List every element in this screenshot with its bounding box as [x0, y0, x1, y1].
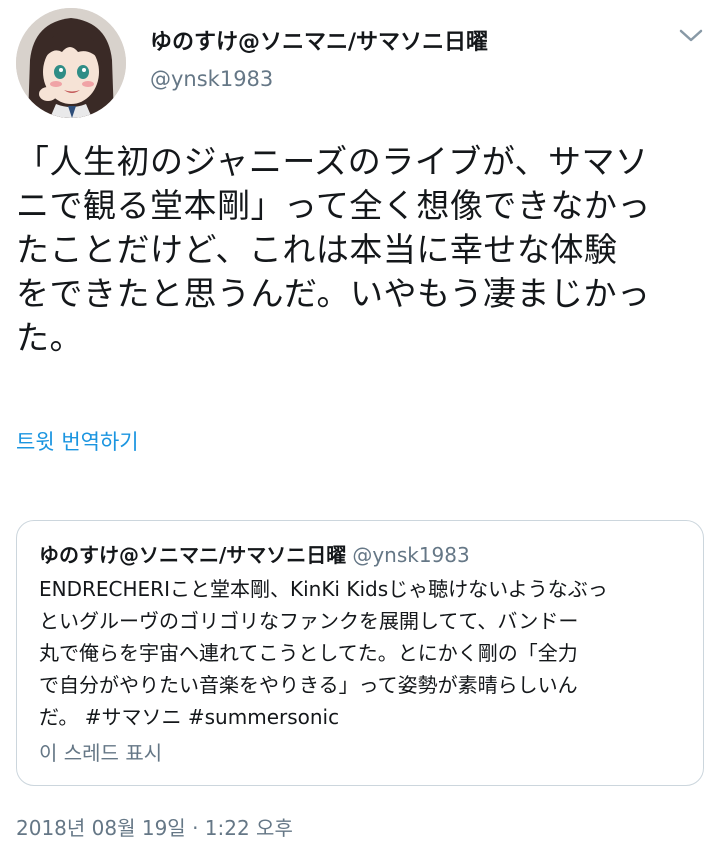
avatar-image	[16, 8, 126, 118]
tweet-text-line: た。	[16, 318, 83, 357]
quoted-author-handle: @ynsk1983	[352, 543, 470, 567]
quoted-tweet-header: ゆのすけ@ソニマニ/サマソニ日曜 @ynsk1983	[39, 539, 470, 568]
chevron-down-icon[interactable]	[678, 26, 704, 46]
author-block[interactable]: ゆのすけ@ソニマニ/サマソニ日曜 @ynsk1983	[150, 28, 488, 94]
tweet-text-line: ニで観る堂本剛」って全く想像できなかっ	[16, 186, 651, 225]
tweet-text-line: たことだけど、これは本当に幸せな体験	[16, 230, 618, 269]
quoted-text-line: だ。 #サマソニ #summersonic	[39, 705, 340, 729]
quoted-tweet-card[interactable]: ゆのすけ@ソニマニ/サマソニ日曜 @ynsk1983 ENDRECHERIこと堂本…	[16, 520, 704, 786]
author-handle[interactable]: @ynsk1983	[150, 64, 488, 94]
avatar[interactable]	[16, 8, 126, 118]
quoted-text-line: といグルーヴのゴリゴリなファンクを展開してて、バンドー	[39, 609, 579, 633]
quoted-tweet-text: ENDRECHERIこと堂本剛、KinKi Kidsじゃ聴けないようなぶっ とい…	[39, 573, 689, 733]
quoted-text-line: ENDRECHERIこと堂本剛、KinKi Kidsじゃ聴けないようなぶっ	[39, 577, 608, 601]
quoted-author-display-name: ゆのすけ@ソニマニ/サマソニ日曜	[39, 543, 347, 567]
tweet-text: 「人生初のジャニーズのライブが、サマソ ニで観る堂本剛」って全く想像できなかっ …	[16, 140, 706, 360]
author-display-name[interactable]: ゆのすけ@ソニマニ/サマソニ日曜	[150, 28, 488, 58]
tweet-text-line: をできたと思うんだ。いやもう凄まじかっ	[16, 274, 651, 313]
show-thread-link[interactable]: 이 스레드 표시	[39, 737, 162, 766]
quoted-text-line: 丸で俺らを宇宙へ連れてこうとしてた。とにかく剛の「全力	[39, 641, 578, 665]
quoted-text-line: で自分がやりたい音楽をやりきる」って姿勢が素晴らしいん	[39, 673, 578, 697]
translate-tweet-link[interactable]: 트윗 번역하기	[16, 426, 139, 456]
tweet-text-line: 「人生初のジャニーズのライブが、サマソ	[16, 142, 649, 181]
tweet-timestamp[interactable]: 2018년 08월 19일 · 1:22 오후	[16, 812, 293, 841]
